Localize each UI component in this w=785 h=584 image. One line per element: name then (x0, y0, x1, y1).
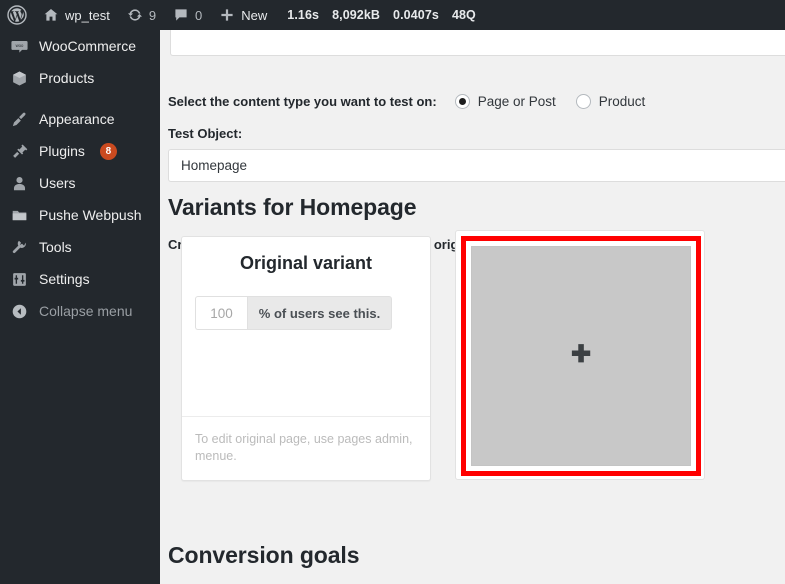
plus-icon[interactable]: ✚ (571, 343, 591, 367)
perf-query-count: 48Q (451, 8, 476, 22)
new-variant-card[interactable]: ✚ (455, 230, 705, 480)
original-variant-percent-addon: % of users see this. (247, 296, 392, 330)
adminbar-new-label: New (241, 7, 268, 23)
test-object-select[interactable]: Homepage (168, 149, 785, 182)
sidebar-item-woocommerce[interactable]: woo WooCommerce (0, 30, 160, 62)
radio-option-product[interactable]: Product (575, 94, 646, 109)
sidebar-item-plugins[interactable]: Plugins 8 (0, 135, 160, 167)
adminbar-site-name-label: wp_test (65, 7, 110, 23)
radio-page-or-post-input[interactable] (454, 94, 470, 109)
adminbar-site-name[interactable]: wp_test (34, 0, 118, 30)
sidebar-separator (0, 94, 160, 103)
original-variant-footer-note: To edit original page, use pages admin, … (182, 416, 430, 480)
conversion-goals-heading: Conversion goals (168, 542, 360, 568)
perf-load-time: 1.16s (287, 8, 320, 22)
home-icon (42, 6, 60, 24)
variants-heading: Variants for Homepage (168, 194, 417, 220)
perf-query-time: 0.0407s (393, 8, 439, 22)
plugins-plug-icon (8, 141, 30, 161)
adminbar-wordpress-logo[interactable] (0, 0, 34, 30)
perf-memory: 8,092kB (332, 8, 381, 22)
sidebar-collapse-label: Collapse menu (39, 303, 133, 319)
svg-text:woo: woo (15, 42, 23, 47)
products-box-icon (8, 68, 30, 88)
folder-icon (8, 205, 30, 225)
content-type-row: Select the content type you want to test… (168, 94, 665, 109)
main-content-area: Select the content type you want to test… (160, 30, 785, 584)
content-type-label: Select the content type you want to test… (168, 94, 437, 109)
wordpress-logo-icon (7, 5, 27, 25)
updates-refresh-icon (126, 6, 144, 24)
sidebar-item-tools[interactable]: Tools (0, 231, 160, 263)
sidebar-item-label: Users (39, 175, 76, 191)
sidebar-item-users[interactable]: Users (0, 167, 160, 199)
sidebar-item-products[interactable]: Products (0, 62, 160, 94)
highlight-outline: ✚ (461, 236, 701, 476)
test-object-label: Test Object: (168, 126, 243, 141)
admin-bar: wp_test 9 0 New 1.16s 8,092kB 0.0407s 48… (0, 0, 785, 30)
adminbar-comments[interactable]: 0 (164, 0, 210, 30)
original-variant-title: Original variant (239, 253, 373, 273)
plus-icon (218, 6, 236, 24)
sidebar-item-label: Products (39, 70, 95, 86)
sidebar-item-label: WooCommerce (39, 38, 136, 54)
settings-sliders-icon (8, 269, 30, 289)
original-variant-percent-input[interactable]: 100 (195, 296, 247, 330)
test-object-selected-value: Homepage (181, 158, 248, 173)
collapse-arrow-left-icon (8, 301, 30, 321)
sidebar-item-label: Pushe Webpush (39, 207, 142, 223)
test-name-input-partial[interactable] (170, 30, 785, 56)
admin-sidebar-menu: woo WooCommerce Products Appearance Plug… (0, 30, 160, 584)
sidebar-item-label: Appearance (39, 111, 115, 127)
tools-wrench-icon (8, 237, 30, 257)
woocommerce-icon: woo (8, 36, 30, 56)
sidebar-item-settings[interactable]: Settings (0, 263, 160, 295)
sidebar-item-pushe-webpush[interactable]: Pushe Webpush (0, 199, 160, 231)
comment-bubble-icon (172, 6, 190, 24)
radio-product-input[interactable] (575, 94, 591, 109)
radio-page-or-post-label: Page or Post (477, 94, 556, 109)
sidebar-collapse-menu-button[interactable]: Collapse menu (0, 295, 160, 327)
adminbar-comments-count: 0 (195, 7, 203, 23)
sidebar-item-label: Settings (39, 271, 90, 287)
adminbar-new-content[interactable]: New (210, 0, 275, 30)
original-variant-card: Original variant 100 % of users see this… (181, 236, 431, 481)
radio-product-label: Product (598, 94, 646, 109)
sidebar-item-appearance[interactable]: Appearance (0, 103, 160, 135)
plugins-update-badge: 8 (99, 142, 117, 160)
adminbar-updates-count: 9 (148, 7, 157, 23)
sidebar-item-label: Plugins (39, 143, 85, 159)
original-variant-percent-row: 100 % of users see this. (195, 296, 392, 330)
adminbar-updates[interactable]: 9 (118, 0, 164, 30)
radio-option-page-or-post[interactable]: Page or Post (454, 94, 556, 109)
appearance-brush-icon (8, 109, 30, 129)
users-person-icon (8, 173, 30, 193)
adminbar-performance-stats: 1.16s 8,092kB 0.0407s 48Q (275, 8, 476, 22)
add-variant-dropzone[interactable]: ✚ (471, 246, 691, 466)
sidebar-item-label: Tools (39, 239, 72, 255)
